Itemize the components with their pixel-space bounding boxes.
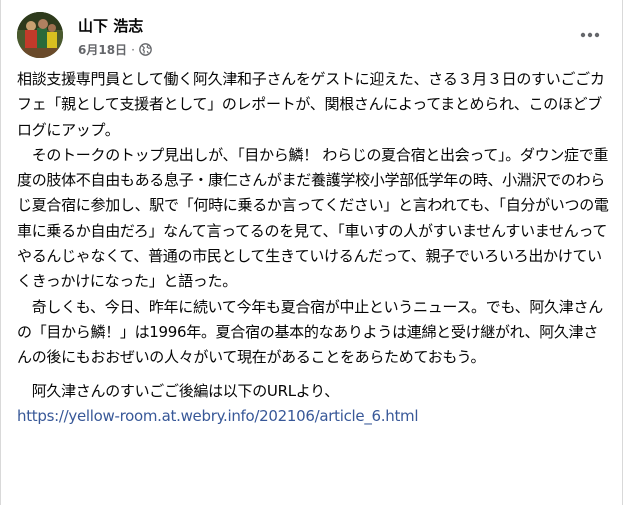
post-date[interactable]: 6月18日	[78, 41, 127, 58]
post-paragraph: そのトークのトップ見出しが、「目から鱗！ わらじの夏合宿と出会って」。ダウン症で…	[17, 145, 609, 291]
facebook-post: 山下 浩志 6月18日 · 相談支援専門員として働く阿久津和子さんをゲストに迎え	[0, 0, 623, 505]
post-paragraph: 相談支援専門員として働く阿久津和子さんをゲストに迎えた、さる３月３日のすいごごカ…	[17, 70, 605, 139]
post-meta: 6月18日 ·	[78, 41, 152, 58]
meta-separator: ·	[131, 42, 135, 57]
globe-icon[interactable]	[139, 43, 152, 56]
post-paragraph: 奇しくも、今日、昨年に続いて今年も夏合宿が中止というニュース。でも、阿久津さんの…	[17, 297, 603, 367]
more-options-icon[interactable]	[575, 23, 605, 47]
post-body: 相談支援専門員として働く阿久津和子さんをゲストに迎えた、さる３月３日のすいごごカ…	[17, 67, 611, 429]
post-link[interactable]: https://yellow-room.at.webry.info/202106…	[17, 407, 419, 425]
avatar[interactable]	[17, 12, 63, 58]
author-name[interactable]: 山下 浩志	[78, 15, 143, 36]
post-header: 山下 浩志 6月18日 ·	[17, 11, 607, 59]
post-paragraph: 阿久津さんのすいごご後編は以下のURLより、	[17, 381, 340, 400]
